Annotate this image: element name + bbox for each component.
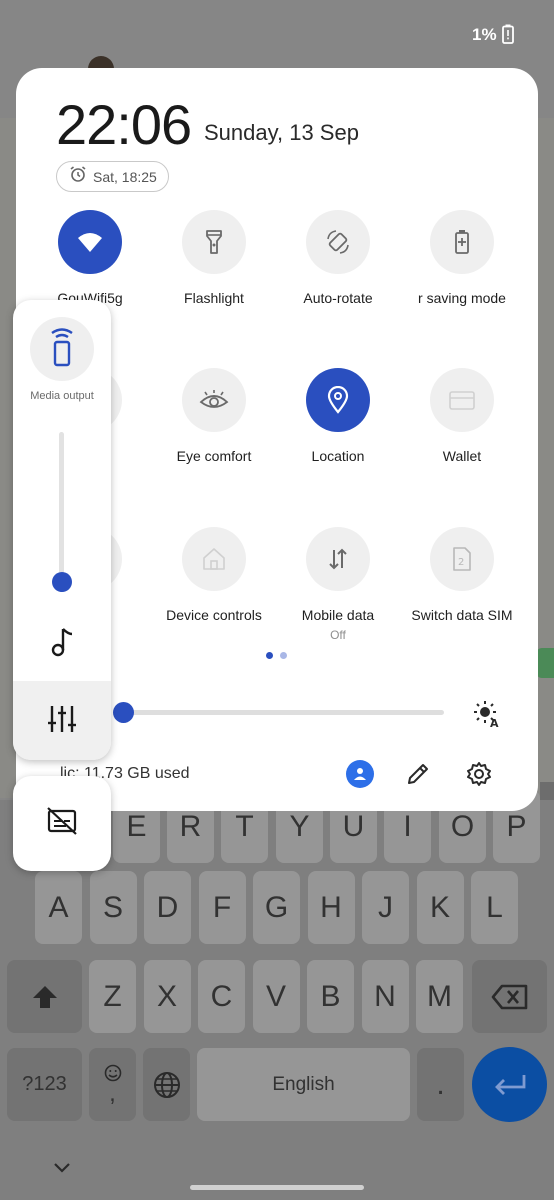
key-h[interactable]: H: [307, 871, 355, 944]
tile-label: Auto-rotate: [303, 290, 373, 306]
tile-mobile-data[interactable]: [306, 527, 370, 591]
key-c[interactable]: C: [198, 960, 245, 1033]
language-key[interactable]: [143, 1048, 190, 1121]
eye-icon: [199, 389, 229, 411]
svg-text:A: A: [490, 717, 499, 728]
alarm-text: Sat, 18:25: [93, 168, 157, 185]
home-icon: [201, 547, 227, 571]
tile-label: Switch data SIM: [411, 607, 513, 623]
volume-slider[interactable]: [59, 432, 64, 592]
media-output-icon: [48, 327, 76, 372]
key-d[interactable]: D: [144, 871, 191, 944]
globe-icon: [153, 1071, 180, 1098]
key-v[interactable]: V: [252, 960, 300, 1033]
tile-battery-saver[interactable]: [430, 210, 494, 274]
media-output-label: Media output: [30, 390, 94, 402]
tile-label: Eye comfort: [176, 448, 252, 464]
pager-dot-active: [266, 652, 273, 659]
mobile-data-icon: [328, 547, 348, 571]
tile-auto-rotate[interactable]: [306, 210, 370, 274]
wallet-icon: [449, 389, 475, 411]
svg-text:2: 2: [458, 557, 464, 568]
tile-sim[interactable]: 2: [430, 527, 494, 591]
tile-label: Wallet: [442, 448, 482, 464]
auto-brightness-icon[interactable]: A: [472, 700, 500, 733]
comma-label: ,: [109, 1079, 116, 1107]
date[interactable]: Sunday, 13 Sep: [204, 120, 359, 146]
tile-label: r saving mode: [418, 290, 506, 306]
key-a[interactable]: A: [35, 871, 82, 944]
tile-eye[interactable]: [182, 368, 246, 432]
sim-icon: 2: [452, 546, 472, 572]
enter-icon: [494, 1074, 525, 1095]
symbols-key[interactable]: ?123: [7, 1048, 82, 1121]
pager-dot: [280, 652, 287, 659]
key-s[interactable]: S: [89, 871, 137, 944]
chevron-down-icon[interactable]: [50, 1158, 74, 1183]
volume-thumb[interactable]: [52, 572, 72, 592]
navigation-handle[interactable]: [190, 1185, 364, 1190]
emoji-icon: [104, 1064, 121, 1081]
equalizer-icon[interactable]: [46, 703, 78, 740]
key-g[interactable]: G: [253, 871, 300, 944]
music-note-icon[interactable]: [48, 626, 76, 663]
wifi-icon: [77, 231, 103, 253]
tile-label: Location: [311, 448, 365, 464]
battery-icon: [502, 24, 514, 49]
tile-label: Flashlight: [184, 290, 244, 306]
brightness-thumb[interactable]: [113, 702, 134, 723]
period-key[interactable]: .: [417, 1048, 464, 1121]
key-f[interactable]: F: [198, 871, 246, 944]
clock[interactable]: 22:06: [56, 92, 192, 157]
background-chat-bubble: [540, 782, 554, 802]
tile-flashlight[interactable]: [182, 210, 246, 274]
key-z[interactable]: Z: [89, 960, 136, 1033]
background-chat-bubble: [536, 648, 554, 678]
key-m[interactable]: M: [416, 960, 463, 1033]
tile-wallet[interactable]: [430, 368, 494, 432]
space-key[interactable]: English: [197, 1048, 410, 1121]
flashlight-icon: [204, 229, 224, 255]
captions-off-icon: [46, 807, 78, 840]
user-icon[interactable]: [346, 760, 374, 788]
key-b[interactable]: B: [307, 960, 354, 1033]
gear-icon[interactable]: [465, 760, 493, 793]
tile-wifi[interactable]: [58, 210, 122, 274]
key-l[interactable]: L: [471, 871, 518, 944]
tile-sublabel: Off: [330, 628, 346, 642]
shift-icon: [32, 985, 57, 1008]
edit-icon[interactable]: [404, 760, 432, 793]
live-caption-button[interactable]: [13, 776, 111, 871]
tile-label: Mobile data: [301, 607, 375, 623]
battery-percentage: 1%: [472, 25, 497, 44]
key-j[interactable]: J: [362, 871, 409, 944]
key-k[interactable]: K: [416, 871, 464, 944]
backspace-key[interactable]: [472, 960, 547, 1033]
tile-location[interactable]: [306, 368, 370, 432]
tile-label: Device controls: [166, 607, 262, 623]
media-output-button[interactable]: [30, 317, 94, 381]
location-icon: [327, 386, 349, 414]
emoji-comma-key[interactable]: ,: [89, 1048, 136, 1121]
shift-key[interactable]: [7, 960, 82, 1033]
key-n[interactable]: N: [361, 960, 409, 1033]
brightness-slider[interactable]: [120, 710, 444, 715]
backspace-icon: [491, 984, 527, 1009]
battery-saver-icon: [454, 229, 470, 255]
enter-key[interactable]: [472, 1047, 547, 1122]
key-x[interactable]: X: [143, 960, 191, 1033]
auto-rotate-icon: [325, 229, 351, 255]
tile-home[interactable]: [182, 527, 246, 591]
alarm-icon: [69, 165, 87, 188]
alarm-chip[interactable]: Sat, 18:25: [56, 161, 169, 192]
